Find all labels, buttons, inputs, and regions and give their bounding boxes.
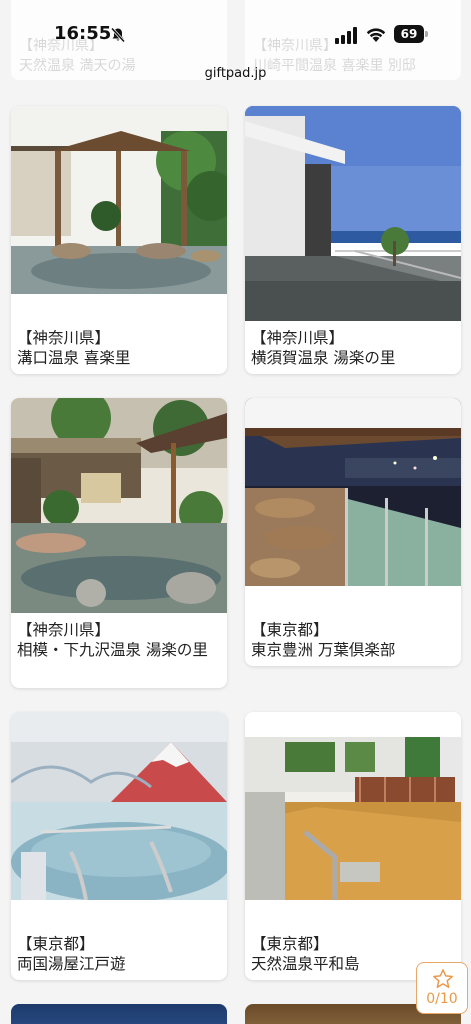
facility-image <box>11 106 227 294</box>
facility-name: 横須賀温泉 湯楽の里 <box>251 349 396 367</box>
facility-name: 東京豊洲 万葉倶楽部 <box>251 641 396 659</box>
url-label: giftpad.jp <box>204 66 267 81</box>
facility-card[interactable]: 【東京都】 東京豊洲 万葉倶楽部 <box>245 398 461 666</box>
facility-prefecture: 【神奈川県】 <box>17 621 111 639</box>
facility-name: 両国湯屋江戸遊 <box>17 955 126 973</box>
facility-card[interactable]: 【東京都】 両国湯屋江戸遊 <box>11 712 227 980</box>
facility-card[interactable]: 【東京都】 天然温泉平和島 <box>245 712 461 980</box>
facility-card-text: 【神奈川県】 相模・下九沢温泉 湯楽の里 <box>17 620 221 660</box>
facility-image <box>245 712 461 900</box>
status-time: 16:55 <box>54 23 112 44</box>
bell-slash-icon <box>110 27 126 43</box>
battery-tip <box>425 31 428 37</box>
facility-image <box>245 106 461 321</box>
facility-card[interactable]: 【神奈川県】 溝口温泉 喜楽里 <box>11 106 227 374</box>
facility-prefecture: 【東京都】 <box>251 935 329 953</box>
facility-card-text: 【東京都】 東京豊洲 万葉倶楽部 <box>251 620 455 660</box>
facility-card-text: 【神奈川県】 横須賀温泉 湯楽の里 <box>251 328 455 368</box>
facility-card-text: 【神奈川県】 溝口温泉 喜楽里 <box>17 328 221 368</box>
facility-prefecture: 【神奈川県】 <box>17 329 111 347</box>
page: 【神奈川県】 天然温泉 満天の湯 【神奈川県】 川崎平間温泉 喜楽里 別邸 16… <box>0 0 471 1024</box>
facility-image <box>245 398 461 586</box>
wifi-icon <box>366 28 386 42</box>
facility-prefecture: 【東京都】 <box>251 621 329 639</box>
facility-name: 溝口温泉 喜楽里 <box>17 349 131 367</box>
battery-icon: 69 <box>394 25 428 43</box>
favorite-count: 0/10 <box>426 991 458 1007</box>
facility-card-peek[interactable] <box>11 1004 227 1024</box>
facility-name: 相模・下九沢温泉 湯楽の里 <box>17 641 208 659</box>
facility-card[interactable]: 【神奈川県】 横須賀温泉 湯楽の里 <box>245 106 461 374</box>
facility-prefecture: 【東京都】 <box>17 935 95 953</box>
status-bar: 16:55 69 giftpad.jp <box>0 0 471 81</box>
facility-card-text: 【東京都】 両国湯屋江戸遊 <box>17 934 221 974</box>
facility-name: 天然温泉平和島 <box>251 955 360 973</box>
favorite-button[interactable]: 0/10 <box>416 962 468 1014</box>
facility-prefecture: 【神奈川県】 <box>251 329 345 347</box>
facility-card[interactable]: 【神奈川県】 相模・下九沢温泉 湯楽の里 <box>11 398 227 688</box>
star-icon <box>433 969 453 988</box>
battery-level: 69 <box>394 25 424 43</box>
facility-image <box>11 712 227 900</box>
signal-icon <box>335 27 357 44</box>
facility-image <box>11 398 227 613</box>
